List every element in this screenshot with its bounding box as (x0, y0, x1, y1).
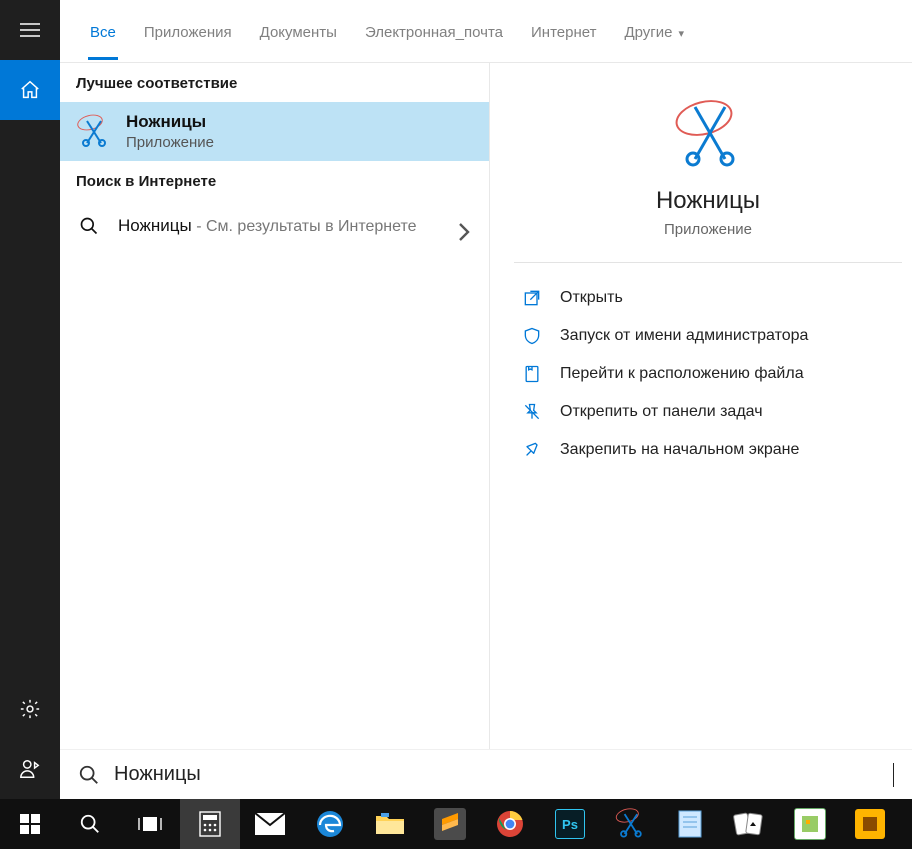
taskbar-app-generic-1[interactable] (780, 799, 840, 849)
shield-icon (522, 326, 542, 346)
results-column: Лучшее соответствие Ножницы Приложение П… (60, 63, 490, 749)
chevron-down-icon: ▾ (678, 28, 684, 40)
gear-icon[interactable] (0, 679, 60, 739)
divider (514, 262, 902, 263)
taskbar-app-snipping-tool[interactable] (600, 799, 660, 849)
text-caret (893, 763, 894, 787)
search-icon (78, 764, 100, 786)
hamburger-icon[interactable] (0, 0, 60, 60)
task-view-button[interactable] (120, 799, 180, 849)
search-filter-tabs: Все Приложения Документы Электронная_поч… (60, 0, 912, 63)
result-subtitle: Приложение (126, 134, 214, 151)
tab-email[interactable]: Электронная_почта (351, 4, 517, 59)
preview-title: Ножницы (514, 187, 902, 215)
tab-documents[interactable]: Документы (246, 4, 351, 59)
action-run-admin[interactable]: Запуск от имени администратора (514, 317, 902, 355)
tab-internet[interactable]: Интернет (517, 4, 610, 59)
taskbar-app-chrome[interactable] (480, 799, 540, 849)
taskbar-app-generic-2[interactable] (840, 799, 900, 849)
taskbar-app-explorer[interactable] (360, 799, 420, 849)
taskbar-app-calculator[interactable] (180, 799, 240, 849)
start-button[interactable] (0, 799, 60, 849)
taskbar-app-mail[interactable] (240, 799, 300, 849)
group-best-match: Лучшее соответствие (60, 63, 489, 102)
group-web: Поиск в Интернете (60, 161, 489, 200)
chevron-right-icon[interactable] (457, 222, 471, 247)
search-icon (76, 216, 102, 236)
action-unpin-taskbar[interactable]: Открепить от панели задач (514, 393, 902, 431)
tab-all[interactable]: Все (76, 4, 130, 59)
preview-app-icon (514, 95, 902, 173)
tab-more[interactable]: Другие▾ (610, 4, 698, 59)
taskbar-app-notepad[interactable] (660, 799, 720, 849)
taskbar-app-photoshop[interactable]: Ps (540, 799, 600, 849)
tab-apps[interactable]: Приложения (130, 4, 246, 59)
action-open[interactable]: Открыть (514, 279, 902, 317)
home-icon[interactable] (0, 60, 60, 120)
open-icon (522, 288, 542, 308)
snipping-tool-icon (76, 114, 112, 150)
web-result-text: Ножницы - См. результаты в Интернете (118, 214, 417, 238)
preview-subtitle: Приложение (514, 221, 902, 238)
profile-icon[interactable] (0, 739, 60, 799)
pin-icon (522, 440, 542, 460)
result-snipping-tool[interactable]: Ножницы Приложение (60, 102, 489, 161)
taskbar: Ps (0, 799, 912, 849)
unpin-icon (522, 402, 542, 422)
search-sidebar (0, 0, 60, 799)
taskbar-app-edge[interactable] (300, 799, 360, 849)
taskbar-search-button[interactable] (60, 799, 120, 849)
result-title: Ножницы (126, 112, 214, 132)
taskbar-app-solitaire[interactable] (720, 799, 780, 849)
action-open-location[interactable]: Перейти к расположению файла (514, 355, 902, 393)
search-input[interactable] (114, 763, 883, 786)
result-web-search[interactable]: Ножницы - См. результаты в Интернете (60, 200, 489, 256)
preview-column: Ножницы Приложение Открыть Запуск от име… (490, 63, 912, 749)
action-pin-start[interactable]: Закрепить на начальном экране (514, 431, 902, 469)
start-search-pane: Все Приложения Документы Электронная_поч… (0, 0, 912, 799)
search-bar[interactable] (60, 749, 912, 799)
folder-icon (522, 364, 542, 384)
taskbar-app-sublime[interactable] (420, 799, 480, 849)
